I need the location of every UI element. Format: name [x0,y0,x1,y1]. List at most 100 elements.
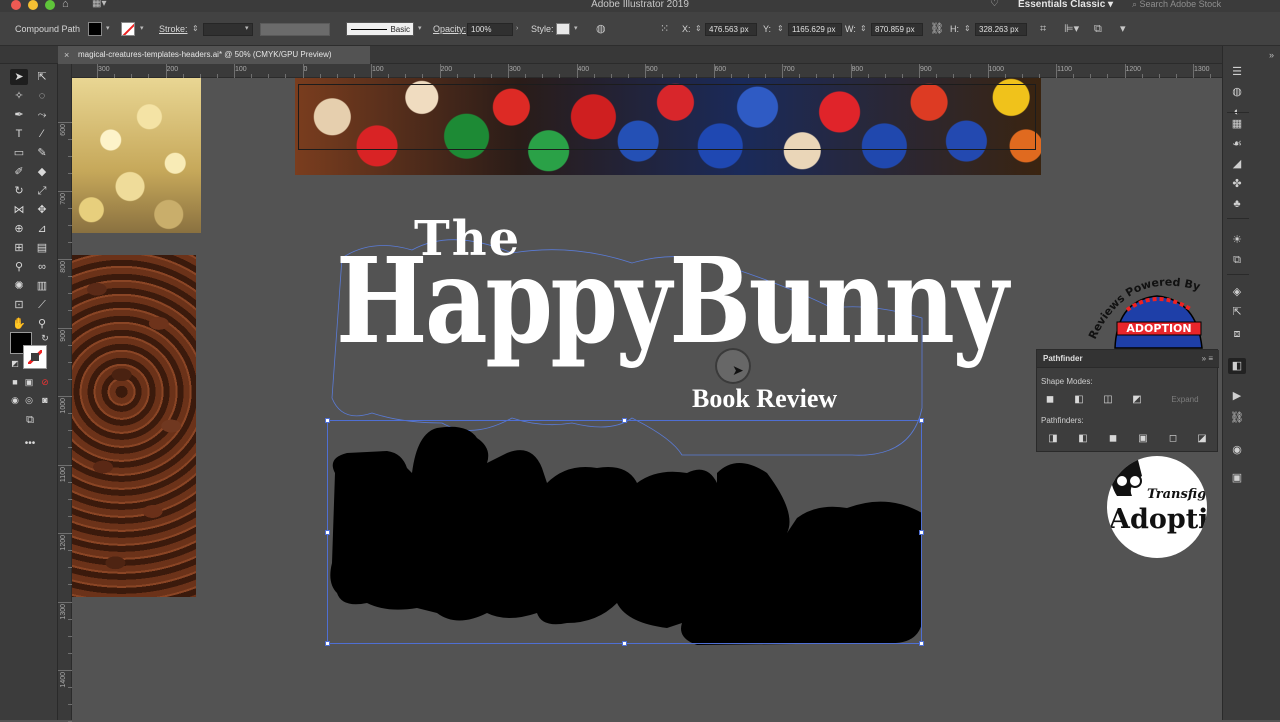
swap-fill-stroke-icon[interactable]: ↻ [36,330,54,346]
gradient-tool-icon[interactable]: ▤ [33,240,51,256]
document-tab[interactable]: × magical-creatures-templates-headers.ai… [58,46,370,64]
adoption-logo[interactable]: Reviews Powered By ADOPTION [1087,270,1207,350]
x-stepper[interactable]: ⇕ [695,12,702,46]
lasso-tool-icon[interactable]: ◌ [33,88,51,104]
stroke-weight-stepper[interactable]: ⇕ [192,12,199,46]
libraries-icon[interactable]: ◍ [1228,84,1246,100]
appearance-icon[interactable]: ☀ [1228,232,1246,248]
style-dropdown-icon[interactable]: ▾ [574,12,578,46]
stroke-weight-dropdown-icon[interactable]: ▾ [245,12,249,46]
opacity-flyout-icon[interactable]: › [516,12,518,46]
reference-point-icon[interactable]: ⁙ [660,12,669,46]
shape-builder-tool-icon[interactable]: ⊕ [10,221,28,237]
swatches-icon[interactable]: ▦ [1228,116,1246,132]
links-icon[interactable]: ⛓ [1228,410,1246,426]
column-graph-tool-icon[interactable]: ▥ [33,278,51,294]
actions-icon[interactable]: ▶ [1228,388,1246,404]
type-tool-icon[interactable]: T [10,126,28,142]
edit-toolbar-icon[interactable]: ••• [21,436,39,452]
control-bar-menu-icon[interactable]: ▾ [1120,12,1126,46]
artboard-tool-icon[interactable]: ⊡ [10,297,28,313]
scale-tool-icon[interactable]: ⤢ [33,183,51,199]
brush-definition[interactable]: Basic [346,22,414,36]
symbol-sprayer-tool-icon[interactable]: ✺ [10,278,28,294]
eyedropper-tool-icon[interactable]: ⚲ [10,259,28,275]
h-stepper[interactable]: ⇕ [964,12,971,46]
handle-middle-left[interactable] [325,530,330,535]
vertical-ruler[interactable]: 600 700 800 900 1000 1100 1200 1300 1400 [58,64,72,722]
mesh-tool-icon[interactable]: ⊞ [10,240,28,256]
navigator-icon[interactable]: ◉ [1228,442,1246,458]
trim-icon[interactable]: ◧ [1075,432,1091,446]
draw-inside-icon[interactable]: ◙ [36,392,54,408]
subtitle-text[interactable]: Book Review [692,384,837,414]
direct-selection-tool-icon[interactable]: ⇱ [33,69,51,85]
workspace-switcher[interactable]: Essentials Classic ▾ [1018,0,1113,10]
artboards-icon[interactable]: ⧈ [1228,326,1246,342]
panel-menu-icon[interactable]: » ≡ [1202,350,1213,368]
outline-icon[interactable]: ◻ [1165,432,1181,446]
pathfinder-tab[interactable]: Pathfinder » ≡ [1037,350,1219,368]
selection-bounding-box[interactable] [325,418,924,646]
constrain-proportions-icon[interactable]: ⛓ [930,12,944,46]
screen-mode-icon[interactable]: ⧉ [21,412,39,428]
color-guide-icon[interactable]: ◢ [1228,156,1246,172]
fill-dropdown-icon[interactable]: ▾ [106,12,110,46]
opacity-label[interactable]: Opacity: [433,12,466,46]
export-icon[interactable]: ⇱ [1228,304,1246,320]
expand-button[interactable]: Expand [1155,393,1215,407]
magic-wand-tool-icon[interactable]: ✧ [10,88,28,104]
handle-top-left[interactable] [325,418,330,423]
symbols-icon[interactable]: ✤ [1228,176,1246,192]
stroke-swatch[interactable] [121,22,135,36]
w-stepper[interactable]: ⇕ [860,12,867,46]
clubs-icon[interactable]: ♣ [1228,196,1246,212]
slice-tool-icon[interactable]: ⟋ [33,297,51,313]
transfiguring-adoption-logo[interactable]: Transfiguri Adoptio [1107,456,1207,558]
perspective-grid-tool-icon[interactable]: ⊿ [33,221,51,237]
pen-tool-icon[interactable]: ✒ [10,107,28,123]
fill-swatch[interactable] [88,22,102,36]
width-tool-icon[interactable]: ⋈ [10,202,28,218]
graphic-style-swatch[interactable] [556,23,570,35]
stroke-color-swatch[interactable] [23,345,47,369]
merge-icon[interactable]: ◼ [1105,432,1121,446]
curvature-tool-icon[interactable]: ⤳ [33,107,51,123]
brushes-icon[interactable]: ☙ [1228,136,1246,152]
rotate-tool-icon[interactable]: ↻ [10,183,28,199]
puppet-warp-tool-icon[interactable]: ✥ [33,202,51,218]
properties-icon[interactable]: ☰ [1228,64,1246,80]
eraser-tool-icon[interactable]: ◆ [33,164,51,180]
recolor-artwork-icon[interactable]: ◍ [596,12,606,46]
layers-icon[interactable]: ◈ [1228,284,1246,300]
minus-front-icon[interactable]: ◧ [1071,393,1087,407]
none-mode-icon[interactable]: ⊘ [36,374,54,390]
line-tool-icon[interactable]: ⁄ [33,126,51,142]
horizontal-ruler[interactable]: 300 200 100 0 100 200 300 400 500 600 700 800 900 100… [72,64,1246,78]
transform-icon[interactable]: ⌗ [1040,12,1046,46]
crop-icon[interactable]: ▣ [1135,432,1151,446]
rectangle-tool-icon[interactable]: ▭ [10,145,28,161]
graphic-styles-icon[interactable]: ⧉ [1228,252,1246,268]
handle-bottom-center[interactable] [622,641,627,646]
isolate-icon[interactable]: ⧉ [1094,12,1102,46]
brush-dropdown-icon[interactable]: ▾ [418,12,422,46]
pathfinder-dock-icon[interactable]: ◧ [1228,358,1246,374]
variable-width-profile[interactable] [260,23,330,36]
collapse-dock-icon[interactable]: » [1269,46,1274,64]
intersect-icon[interactable]: ◫ [1100,393,1116,407]
hand-tool-icon[interactable]: ✋ [10,316,28,332]
handle-top-center[interactable] [622,418,627,423]
y-stepper[interactable]: ⇕ [777,12,784,46]
x-input[interactable]: 476.563 px [705,23,757,36]
default-colors-icon[interactable]: ◩ [6,356,24,372]
divide-icon[interactable]: ◨ [1045,432,1061,446]
stroke-dropdown-icon[interactable]: ▾ [140,12,144,46]
h-input[interactable]: 328.263 px [975,23,1027,36]
handle-bottom-right[interactable] [919,641,924,646]
exclude-icon[interactable]: ◩ [1129,393,1145,407]
align-icon[interactable]: ⊫▾ [1064,12,1079,46]
paintbrush-tool-icon[interactable]: ✎ [33,145,51,161]
handle-bottom-left[interactable] [325,641,330,646]
gradient-panel-icon[interactable]: ▣ [1228,470,1246,486]
